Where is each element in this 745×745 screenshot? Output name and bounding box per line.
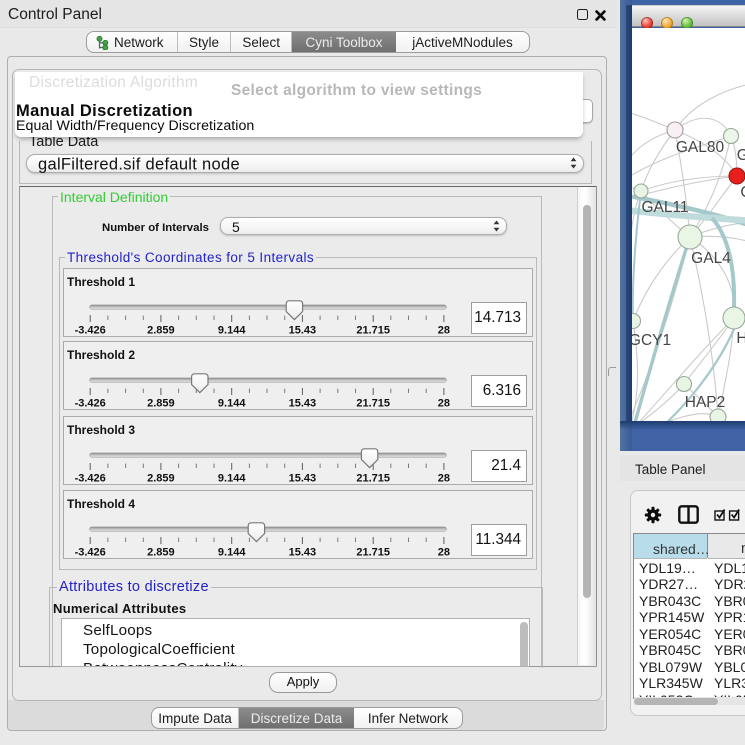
svg-text:9.144: 9.144 — [218, 398, 246, 410]
svg-text:15.43: 15.43 — [289, 473, 317, 485]
svg-text:21.715: 21.715 — [356, 473, 390, 485]
svg-text:28: 28 — [438, 398, 450, 410]
svg-text:15.43: 15.43 — [289, 398, 317, 410]
svg-text:GAL11: GAL11 — [641, 199, 688, 216]
svg-text:H: H — [736, 330, 745, 347]
svg-text:28: 28 — [438, 473, 450, 485]
svg-text:GCY1: GCY1 — [632, 332, 671, 349]
svg-text:9.144: 9.144 — [218, 473, 246, 485]
svg-text:9.144: 9.144 — [218, 325, 246, 337]
svg-text:HAP2: HAP2 — [685, 394, 726, 411]
svg-text:-3.426: -3.426 — [75, 398, 106, 410]
svg-text:2.859: 2.859 — [147, 547, 175, 559]
svg-text:2.859: 2.859 — [147, 325, 175, 337]
svg-text:15.43: 15.43 — [289, 325, 317, 337]
svg-text:28: 28 — [438, 325, 450, 337]
svg-text:GA: GA — [737, 147, 745, 164]
svg-text:21.715: 21.715 — [356, 325, 390, 337]
svg-text:9.144: 9.144 — [218, 547, 246, 559]
svg-text:28: 28 — [438, 547, 450, 559]
svg-text:C: C — [740, 184, 745, 201]
svg-text:-3.426: -3.426 — [75, 325, 106, 337]
svg-text:21.715: 21.715 — [356, 398, 390, 410]
svg-text:21.715: 21.715 — [356, 547, 390, 559]
svg-text:15.43: 15.43 — [289, 547, 317, 559]
svg-text:GAL4: GAL4 — [691, 250, 731, 267]
svg-text:-3.426: -3.426 — [75, 473, 106, 485]
svg-text:-3.426: -3.426 — [75, 547, 106, 559]
svg-text:GAL80: GAL80 — [676, 139, 725, 156]
svg-text:2.859: 2.859 — [147, 473, 175, 485]
svg-text:2.859: 2.859 — [147, 398, 175, 410]
